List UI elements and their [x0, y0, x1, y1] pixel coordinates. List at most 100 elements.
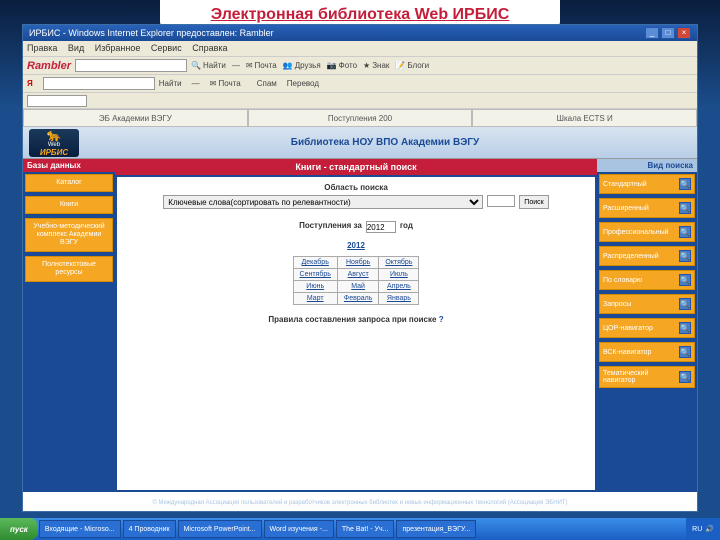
search-heading: Книги - стандартный поиск: [115, 159, 597, 175]
left-sidebar: Базы данных Каталог Книги Учебно-методич…: [23, 159, 115, 492]
slide-title: Электронная библиотека Web ИРБИС: [160, 0, 560, 26]
search-button[interactable]: Поиск: [519, 195, 548, 209]
address-bar: [23, 93, 697, 109]
yandex-spam[interactable]: Спам: [257, 79, 277, 88]
system-tray: RU 🔊: [686, 518, 720, 540]
months-table: ДекабрьНоябрьОктябрь СентябрьАвгустИюль …: [293, 256, 420, 305]
toolbar-friends-icon[interactable]: 👥 Друзья: [283, 61, 321, 70]
arrivals-label: Поступления за: [299, 221, 362, 233]
month-link[interactable]: Январь: [379, 293, 419, 305]
minimize-button[interactable]: _: [645, 27, 659, 39]
task-item[interactable]: 4 Проводник: [123, 520, 176, 538]
menu-item[interactable]: Избранное: [95, 43, 141, 53]
menu-item[interactable]: Справка: [192, 43, 227, 53]
task-item[interactable]: презентация_ВЭГУ...: [396, 520, 476, 538]
menu-item[interactable]: Сервис: [151, 43, 182, 53]
month-link[interactable]: Март: [293, 293, 337, 305]
month-link[interactable]: Декабрь: [293, 257, 337, 269]
start-button[interactable]: пуск: [0, 518, 38, 540]
tab[interactable]: Поступления 200: [248, 109, 473, 127]
library-title: Библиотека НОУ ВПО Академии ВЭГУ: [79, 137, 691, 148]
menu-item[interactable]: Правка: [27, 43, 57, 53]
page-tabs: ЭБ Академии ВЭГУ Поступления 200 Шкала E…: [23, 109, 697, 127]
search-type-cor[interactable]: ЦОР-навигатор🔍: [599, 318, 695, 338]
search-type-distributed[interactable]: Распределенный🔍: [599, 246, 695, 266]
search-icon: 🔍: [679, 274, 691, 286]
tray-icon[interactable]: 🔊: [705, 525, 714, 533]
search-icon: 🔍: [679, 250, 691, 262]
search-area-label: Область поиска: [324, 183, 388, 192]
irbis-cat-icon: 🐆: [47, 128, 62, 142]
month-link[interactable]: Ноябрь: [337, 257, 378, 269]
center-panel: Книги - стандартный поиск Область поиска…: [115, 159, 597, 492]
month-link[interactable]: Февраль: [337, 293, 378, 305]
month-link[interactable]: Июль: [379, 269, 419, 281]
search-type-standard[interactable]: Стандартный🔍: [599, 174, 695, 194]
sidebar-item-fulltext[interactable]: Полнотекстовые ресурсы: [25, 256, 113, 282]
yandex-mail[interactable]: ✉ Почта: [210, 79, 247, 88]
right-sidebar: Вид поиска Стандартный🔍 Расширенный🔍 Про…: [597, 159, 697, 492]
window-title: ИРБИС - Windows Internet Explorer предос…: [29, 28, 274, 38]
toolbar-photo-icon[interactable]: 📷 Фото: [327, 61, 357, 70]
taskbar: пуск Входящие - Microso... 4 Проводник M…: [0, 518, 720, 540]
lang-indicator[interactable]: RU: [692, 526, 702, 533]
toolbar-blogs-icon[interactable]: 📝 Блоги: [395, 61, 429, 70]
right-heading: Вид поиска: [597, 159, 697, 172]
search-type-queries[interactable]: Запросы🔍: [599, 294, 695, 314]
yandex-toolbar: Я Найти — ✉ Почта Спам Перевод: [23, 75, 697, 93]
search-icon: 🔍: [679, 226, 691, 238]
search-type-professional[interactable]: Профессиональный🔍: [599, 222, 695, 242]
search-type-dictionary[interactable]: По словарю🔍: [599, 270, 695, 290]
yandex-logo: Я: [27, 79, 33, 88]
search-icon: 🔍: [679, 346, 691, 358]
association-footer: © Международная Ассоциация пользователей…: [23, 492, 697, 511]
yandex-search-input[interactable]: [43, 77, 155, 90]
window-titlebar: ИРБИС - Windows Internet Explorer предос…: [23, 25, 697, 41]
month-link[interactable]: Апрель: [379, 281, 419, 293]
year-link[interactable]: 2012: [347, 241, 365, 250]
search-icon: 🔍: [679, 178, 691, 190]
search-limit-input[interactable]: [487, 195, 515, 207]
left-heading: Базы данных: [23, 159, 115, 172]
task-item[interactable]: Тhe Bat! - Уч...: [336, 520, 395, 538]
search-type-advanced[interactable]: Расширенный🔍: [599, 198, 695, 218]
sidebar-item-catalog[interactable]: Каталог: [25, 174, 113, 192]
yandex-translate[interactable]: Перевод: [287, 79, 319, 88]
tab[interactable]: ЭБ Академии ВЭГУ: [23, 109, 248, 127]
sidebar-item-umk[interactable]: Учебно-методический комплекс Академии ВЭ…: [25, 218, 113, 252]
search-icon: 🔍: [679, 371, 691, 383]
irbis-header: 🐆 Web ИРБИС Библиотека НОУ ВПО Академии …: [23, 127, 697, 159]
search-type-vsk[interactable]: ВСК-навигатор🔍: [599, 342, 695, 362]
search-icon: 🔍: [679, 322, 691, 334]
tab[interactable]: Шкала ECTS И: [472, 109, 697, 127]
address-input[interactable]: [27, 95, 87, 107]
menubar: Правка Вид Избранное Сервис Справка: [23, 41, 697, 57]
rambler-search-input[interactable]: [75, 59, 187, 72]
menu-item[interactable]: Вид: [68, 43, 84, 53]
search-icon: 🔍: [679, 298, 691, 310]
search-type-thematic[interactable]: Тематический навигатор🔍: [599, 366, 695, 388]
month-link[interactable]: Сентябрь: [293, 269, 337, 281]
maximize-button[interactable]: □: [661, 27, 675, 39]
task-item[interactable]: Word изучения -...: [264, 520, 334, 538]
toolbar-find-icon[interactable]: 🔍 Найти: [191, 61, 226, 70]
rambler-toolbar: Rambler 🔍 Найти — ✉ Почта 👥 Друзья 📷 Фот…: [23, 57, 697, 75]
month-link[interactable]: Август: [337, 269, 378, 281]
search-icon: 🔍: [679, 202, 691, 214]
task-item[interactable]: Входящие - Microso...: [39, 520, 121, 538]
sidebar-item-books[interactable]: Книги: [25, 196, 113, 214]
month-link[interactable]: Октябрь: [379, 257, 419, 269]
yandex-find[interactable]: Найти: [159, 79, 182, 88]
arrivals-year-input[interactable]: [366, 221, 396, 233]
task-item[interactable]: Microsoft PowerPoint...: [178, 520, 262, 538]
rules-link[interactable]: Правила составления запроса при поиске ?: [268, 315, 443, 324]
month-link[interactable]: Май: [337, 281, 378, 293]
browser-window: ИРБИС - Windows Internet Explorer предос…: [22, 24, 698, 512]
toolbar-sign-icon[interactable]: ★ Знак: [363, 61, 389, 70]
search-field-select[interactable]: Ключевые слова(сортировать по релевантно…: [163, 195, 483, 209]
toolbar-mail-icon[interactable]: ✉ Почта: [246, 61, 277, 70]
toolbar-sep: —: [232, 61, 240, 70]
rambler-logo: Rambler: [27, 60, 71, 72]
close-button[interactable]: ×: [677, 27, 691, 39]
month-link[interactable]: Июнь: [293, 281, 337, 293]
